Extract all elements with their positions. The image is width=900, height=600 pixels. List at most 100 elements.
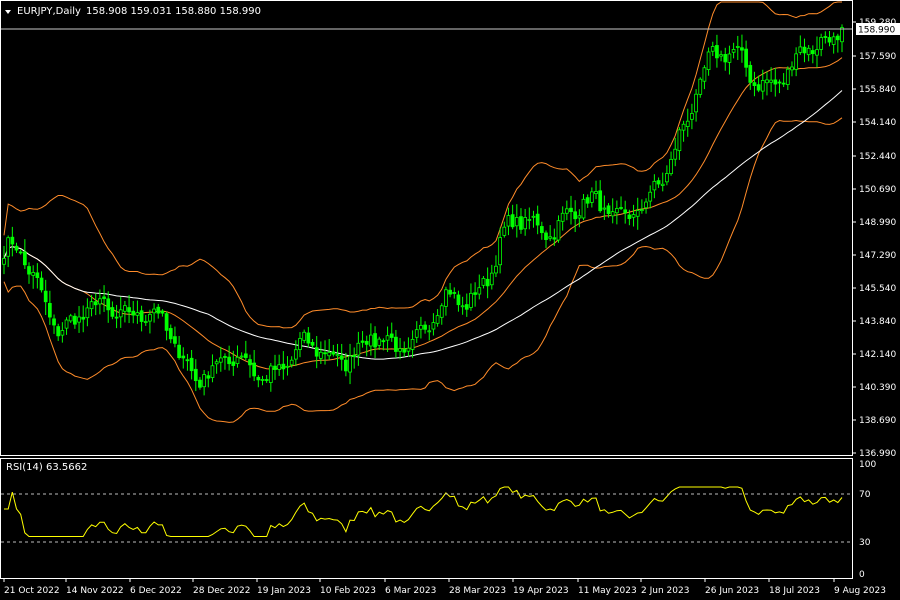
price-tick: 147.290 [859, 251, 896, 261]
candle-body [173, 336, 177, 344]
candle-body [710, 46, 715, 52]
candle-body [352, 354, 357, 358]
candle-body [310, 341, 315, 346]
rsi-label: RSI(14) 63.5662 [6, 462, 87, 473]
candle-body [414, 329, 419, 338]
current-price-tag: 158.990 [856, 23, 900, 36]
price-tick: 140.390 [859, 383, 896, 393]
time-tick: 14 Nov 2022 [66, 586, 124, 596]
time-axis[interactable]: 21 Oct 2022 14 Nov 2022 6 Dec 2022 28 De… [3, 578, 886, 596]
time-tick: 21 Oct 2022 [4, 586, 60, 596]
candle-body [819, 37, 824, 50]
time-tick: 19 Apr 2023 [513, 586, 569, 596]
price-axis[interactable]: 159.280 157.590 155.840 154.140 152.440 … [852, 18, 896, 459]
candle-body [235, 356, 240, 364]
candle-body [177, 344, 181, 358]
candle-body [394, 336, 398, 352]
candle-body [589, 191, 594, 203]
candle-body [698, 78, 703, 95]
candle-body [331, 351, 336, 355]
candle-body [660, 183, 665, 186]
candle-body [164, 313, 169, 331]
candle-body [702, 67, 707, 82]
candle-body [431, 322, 436, 330]
candle-body [585, 197, 590, 204]
candle-body [785, 68, 790, 85]
candle-body [765, 79, 769, 84]
candle-body [264, 379, 269, 381]
candle-body [665, 173, 669, 183]
candle-body [673, 148, 678, 160]
time-tick: 26 Jun 2023 [705, 586, 759, 596]
price-tick: 143.840 [859, 317, 896, 327]
candle-body [635, 210, 640, 217]
candle-body [22, 251, 27, 266]
candle-body [48, 303, 52, 318]
candle-body [323, 352, 327, 355]
candle-body [740, 47, 744, 51]
symbol-dropdown-icon[interactable] [5, 10, 11, 14]
price-chart[interactable]: EURJPY,Daily 158.908 159.031 158.880 158… [0, 0, 900, 600]
candle-body [552, 237, 557, 240]
candle-body [569, 207, 573, 213]
price-tick: 148.990 [859, 218, 896, 228]
candle-body [690, 113, 694, 120]
candle-body [277, 364, 282, 370]
candle-body [193, 368, 198, 382]
candle-body [473, 292, 477, 295]
candle-body [339, 355, 344, 360]
candle-body [248, 359, 252, 366]
candle-body [185, 359, 190, 362]
price-tick: 155.840 [859, 85, 896, 95]
candle-body [256, 376, 261, 381]
rsi-tick: 70 [859, 490, 871, 500]
rsi-tick: 30 [859, 538, 871, 548]
candle-body [681, 123, 686, 131]
candle-body [502, 226, 507, 236]
candle-body [577, 215, 582, 219]
candle-body [723, 54, 728, 63]
candle-body [794, 53, 798, 70]
price-tick: 145.540 [859, 284, 896, 294]
candle-body [152, 308, 156, 314]
candle-body [548, 236, 553, 239]
price-tick: 138.690 [859, 416, 896, 426]
candle-body [644, 201, 648, 209]
price-tick: 150.690 [859, 185, 896, 195]
candle-body [10, 236, 15, 245]
rsi-panel-frame [0, 458, 853, 579]
candle-body [619, 207, 623, 209]
candle-body [423, 324, 427, 330]
candle-body [694, 93, 698, 113]
candle-body [127, 307, 131, 313]
candle-body [56, 326, 61, 337]
candle-body [252, 362, 257, 377]
candle-body [627, 214, 632, 219]
moving-average [3, 90, 843, 360]
candle-body [2, 258, 6, 265]
candle-body [544, 232, 548, 240]
candle-body [756, 84, 761, 91]
candle-body [181, 355, 186, 359]
candle-body [98, 298, 102, 305]
candle-body [715, 45, 719, 59]
candle-body [35, 272, 40, 278]
candle-body [519, 216, 523, 230]
candle-body [456, 294, 461, 306]
candle-body [81, 316, 86, 320]
time-tick: 28 Dec 2022 [193, 586, 251, 596]
candle-body [444, 289, 448, 307]
candle-body [802, 46, 807, 54]
candle-body [514, 217, 519, 227]
candle-body [189, 357, 194, 372]
candle-body [289, 359, 294, 366]
candle-body [477, 287, 482, 295]
candle-body [469, 292, 473, 308]
candle-body [594, 191, 598, 195]
candle-body [598, 190, 603, 212]
candle-body [64, 319, 69, 329]
price-tick: 136.990 [859, 449, 896, 459]
candle-body [52, 318, 56, 326]
candle-body [760, 80, 765, 92]
candle-body [148, 313, 152, 322]
